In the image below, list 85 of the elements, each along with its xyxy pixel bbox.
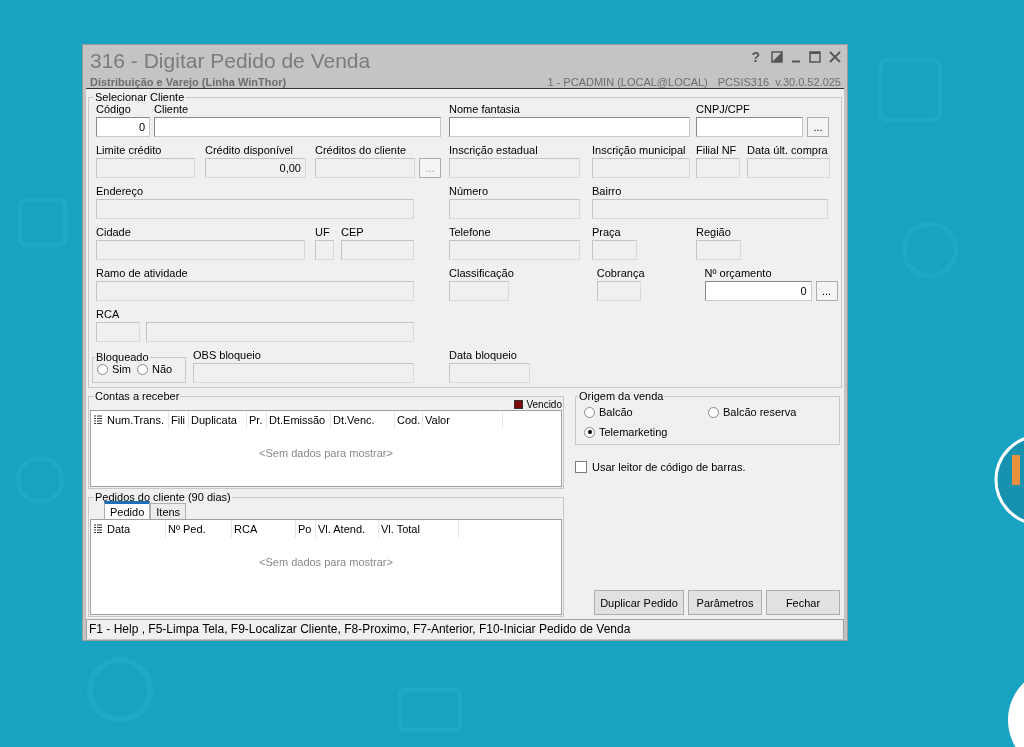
column-header[interactable]: Vl. Total: [379, 520, 459, 538]
column-header[interactable]: Nº Ped.: [166, 520, 232, 538]
grid-menu-icon[interactable]: [93, 415, 103, 425]
radio-label: Balcão reserva: [723, 406, 797, 418]
text-field[interactable]: [696, 117, 803, 137]
restore-icon[interactable]: [771, 51, 783, 63]
field-label: Créditos do cliente: [315, 144, 408, 157]
field-label: UF: [315, 226, 331, 239]
version-text: v.30.0.52.025: [775, 76, 841, 88]
field-label: Telefone: [449, 226, 492, 239]
column-header[interactable]: Vl. Atend.: [316, 520, 379, 538]
field-label: Número: [449, 185, 490, 198]
group-title: Pedidos do cliente (90 dias): [94, 491, 232, 503]
column-header[interactable]: RCA: [232, 520, 296, 538]
tab[interactable]: Itens: [150, 503, 187, 519]
field-label: Data bloqueio: [449, 349, 518, 362]
field-label: Bairro: [592, 185, 623, 198]
group-title: Origem da venda: [578, 390, 665, 402]
checkbox-label: Usar leitor de código de barras.: [592, 461, 746, 473]
field-label: Cobrança: [596, 267, 645, 280]
column-header[interactable]: Data: [105, 520, 166, 538]
close-icon[interactable]: [829, 51, 841, 63]
maximize-icon[interactable]: [809, 51, 821, 63]
field-label: Crédito disponível: [205, 144, 295, 157]
field-label: Endereço: [96, 185, 145, 198]
field-label: Ramo de atividade: [96, 267, 189, 280]
field-label: Inscrição municipal: [592, 144, 687, 157]
status-bar: F1 - Help , F5-Limpa Tela, F9-Localizar Cliente, F8-Proximo, F7-Anterior, F10-Iniciar Pedido de Venda: [86, 619, 844, 639]
program-code: PCSIS316: [717, 76, 770, 88]
column-header[interactable]: Pr.: [247, 411, 267, 429]
radio-button[interactable]: [136, 363, 148, 375]
field-label: CEP: [341, 226, 365, 239]
field-label: RCA: [96, 308, 121, 321]
radio-button[interactable]: [97, 363, 108, 375]
field-label: Inscrição estadual: [449, 144, 539, 157]
lookup-button[interactable]: ...: [807, 117, 829, 137]
field-label: Praça: [592, 226, 622, 239]
field-label: Cliente: [154, 103, 190, 116]
radio-button[interactable]: [584, 406, 595, 418]
group-title: Contas a receber: [94, 390, 181, 402]
window-subtitle: Distribuição e Varejo (Linha WinThor): [90, 76, 287, 88]
text-field[interactable]: 0: [96, 117, 150, 137]
empty-message: <Sem dados para mostrar>: [259, 447, 393, 459]
column-header[interactable]: Dt.Emissão: [267, 411, 331, 429]
field-label: Nome fantasia: [449, 103, 521, 116]
help-button[interactable]: ?: [748, 49, 763, 65]
empty-message: <Sem dados para mostrar>: [259, 556, 393, 568]
action-button[interactable]: Parâmetros: [688, 590, 762, 615]
field-label: OBS bloqueio: [193, 349, 262, 362]
radio-button[interactable]: [708, 406, 719, 418]
window-title: 316 - Digitar Pedido de Venda: [90, 49, 371, 73]
radio-label: Balcão: [599, 406, 633, 418]
field-label: Cidade: [96, 226, 132, 239]
field-label: Classificação: [449, 267, 514, 280]
lookup-button[interactable]: ...: [815, 281, 838, 301]
group-title: Selecionar Cliente: [94, 91, 186, 103]
user-info: 1 - PCADMIN (LOCAL@LOCAL): [547, 76, 708, 88]
column-header[interactable]: Num.Trans.: [105, 411, 169, 429]
text-field[interactable]: [154, 117, 441, 137]
radio-button[interactable]: [584, 426, 595, 438]
action-button[interactable]: Duplicar Pedido: [594, 590, 684, 615]
field-label: Código: [96, 103, 132, 116]
field-label: CNPJ/CPF: [696, 103, 751, 116]
column-header[interactable]: Po: [296, 520, 316, 538]
action-button[interactable]: Fechar: [766, 590, 840, 615]
checkbox[interactable]: [575, 461, 587, 473]
column-header[interactable]: Duplicata: [189, 411, 247, 429]
field-label: Filial NF: [696, 144, 738, 157]
field-label: Região: [696, 226, 732, 239]
grid-menu-icon[interactable]: [93, 524, 103, 534]
column-header[interactable]: Dt.Venc.: [331, 411, 395, 429]
column-header[interactable]: Fili: [169, 411, 189, 429]
tab[interactable]: Pedido: [104, 501, 151, 519]
field-label: Nº orçamento: [704, 267, 773, 280]
text-field[interactable]: [449, 117, 690, 137]
radio-label: Telemarketing: [599, 426, 668, 438]
field-label: Data últ. compra: [747, 144, 829, 157]
radio-label: Sim: [112, 363, 131, 375]
group-title: Bloqueado: [95, 351, 150, 363]
field-label: Limite crédito: [96, 144, 163, 157]
legend-label: Vencido: [526, 398, 562, 410]
radio-label: Não: [151, 363, 173, 375]
column-header[interactable]: Valor: [423, 411, 503, 429]
column-header[interactable]: Cod.: [395, 411, 423, 429]
text-field[interactable]: 0: [704, 281, 812, 301]
